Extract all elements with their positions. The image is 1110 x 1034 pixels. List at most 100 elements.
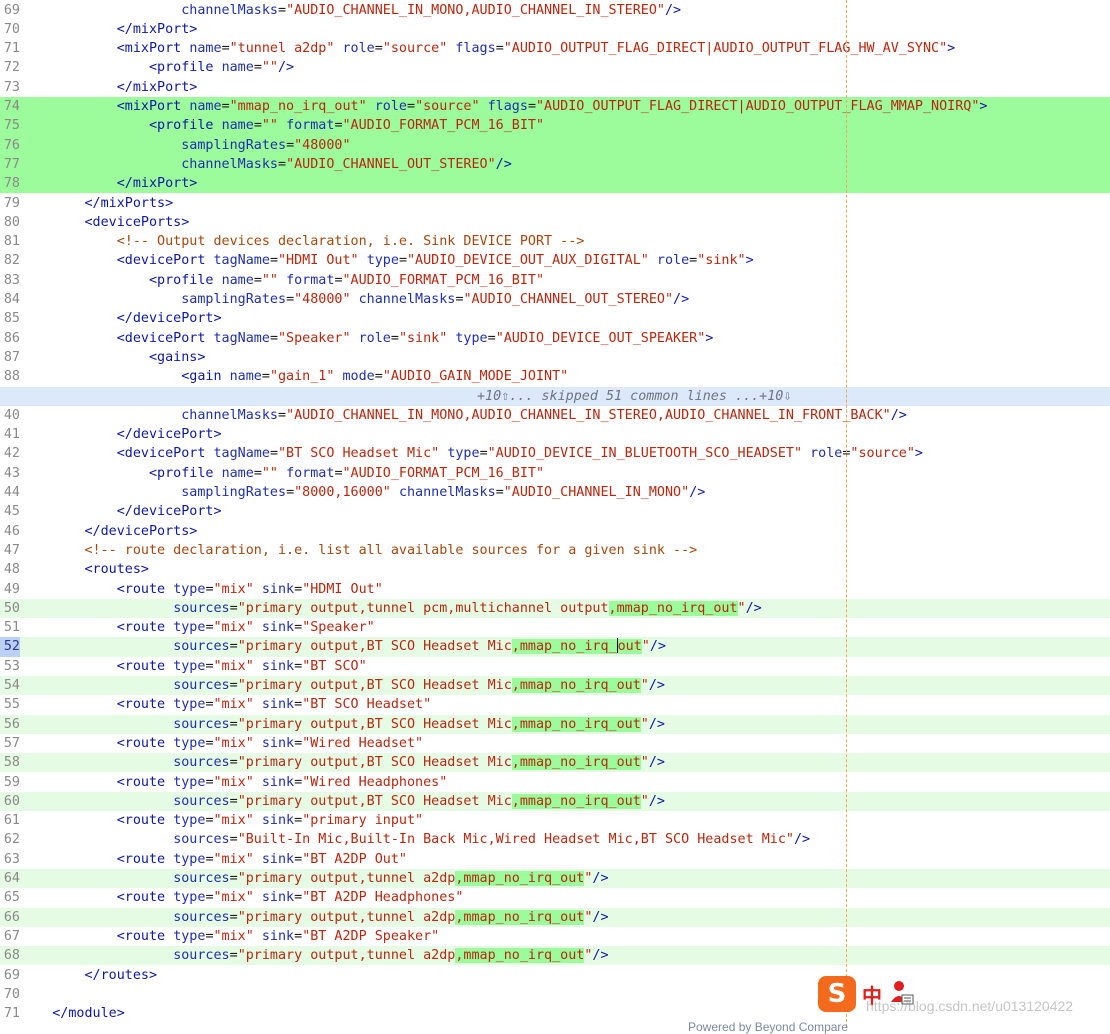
code-line[interactable]: 71 <mixPort name="tunnel a2dp" role="sou…	[0, 39, 1110, 58]
code-text[interactable]: sources="primary output,BT SCO Headset M…	[20, 637, 666, 656]
skipped-lines-row[interactable]: +10⇧... skipped 51 common lines ...+10⇩	[0, 386, 1110, 406]
code-line[interactable]: 41 </devicePort>	[0, 425, 1110, 444]
code-text[interactable]: <route type="mix" sink="BT SCO Headset"	[20, 695, 431, 714]
code-line[interactable]: 51 <route type="mix" sink="Speaker"	[0, 618, 1110, 637]
code-text[interactable]: channelMasks="AUDIO_CHANNEL_IN_MONO,AUDI…	[20, 406, 907, 425]
code-text[interactable]: </devicePort>	[20, 309, 222, 328]
code-line[interactable]: 80 <devicePorts>	[0, 213, 1110, 232]
code-line[interactable]: 50 sources="primary output,tunnel pcm,mu…	[0, 598, 1110, 619]
code-line[interactable]: 79 </mixPorts>	[0, 194, 1110, 213]
skipped-lines-label[interactable]: +10⇧... skipped 51 common lines ...+10⇩	[477, 387, 791, 406]
code-text[interactable]: </devicePort>	[20, 425, 222, 444]
code-line[interactable]: 87 <gains>	[0, 348, 1110, 367]
code-line[interactable]: 69 channelMasks="AUDIO_CHANNEL_IN_MONO,A…	[0, 1, 1110, 20]
code-line[interactable]: 40 channelMasks="AUDIO_CHANNEL_IN_MONO,A…	[0, 406, 1110, 425]
code-line[interactable]: 48 <routes>	[0, 560, 1110, 579]
code-text[interactable]: sources="primary output,tunnel a2dp,mmap…	[20, 946, 609, 965]
code-line[interactable]: 60 sources="primary output,BT SCO Headse…	[0, 791, 1110, 812]
code-text[interactable]: sources="primary output,tunnel a2dp,mmap…	[20, 869, 609, 888]
code-text[interactable]: sources="primary output,BT SCO Headset M…	[20, 792, 665, 811]
code-text[interactable]: channelMasks="AUDIO_CHANNEL_IN_MONO,AUDI…	[20, 1, 681, 20]
code-text[interactable]: <routes>	[20, 560, 150, 579]
code-text[interactable]: <route type="mix" sink="BT SCO"	[20, 657, 367, 676]
code-line[interactable]: 54 sources="primary output,BT SCO Headse…	[0, 676, 1110, 696]
code-text[interactable]: <devicePort tagName="HDMI Out" type="AUD…	[20, 251, 754, 270]
code-line[interactable]: 61 <route type="mix" sink="primary input…	[0, 811, 1110, 830]
code-line[interactable]: 85 </devicePort>	[0, 309, 1110, 328]
code-text[interactable]: <profile name=""/>	[20, 58, 294, 77]
code-line[interactable]: 46 </devicePorts>	[0, 522, 1110, 541]
code-line[interactable]: 45 </devicePort>	[0, 502, 1110, 521]
code-text[interactable]: </mixPort>	[20, 78, 198, 97]
code-text[interactable]: </module>	[20, 1004, 125, 1023]
code-text[interactable]: <!-- Output devices declaration, i.e. Si…	[20, 232, 585, 251]
code-line[interactable]: 70 </mixPort>	[0, 20, 1110, 39]
code-line[interactable]: 77 channelMasks="AUDIO_CHANNEL_OUT_STERE…	[0, 154, 1110, 175]
code-line[interactable]: 64 sources="primary output,tunnel a2dp,m…	[0, 869, 1110, 889]
code-line[interactable]: 78 </mixPort>	[0, 174, 1110, 194]
code-line[interactable]: 83 <profile name="" format="AUDIO_FORMAT…	[0, 271, 1110, 290]
code-text[interactable]: <route type="mix" sink="primary input"	[20, 811, 423, 830]
code-text[interactable]: <devicePort tagName="BT SCO Headset Mic"…	[20, 444, 923, 463]
code-line[interactable]: 88 <gain name="gain_1" mode="AUDIO_GAIN_…	[0, 367, 1110, 386]
code-line[interactable]: 75 <profile name="" format="AUDIO_FORMAT…	[0, 116, 1110, 136]
code-text[interactable]: samplingRates="48000" channelMasks="AUDI…	[20, 290, 689, 309]
code-text[interactable]: </devicePort>	[20, 502, 222, 521]
code-text[interactable]: </mixPort>	[20, 174, 198, 193]
code-line[interactable]: 56 sources="primary output,BT SCO Headse…	[0, 714, 1110, 734]
code-text[interactable]: <mixPort name="tunnel a2dp" role="source…	[20, 39, 955, 58]
code-line[interactable]: 72 <profile name=""/>	[0, 58, 1110, 77]
code-text[interactable]: sources="primary output,BT SCO Headset M…	[20, 753, 665, 772]
code-line[interactable]: 69 </routes>	[0, 966, 1110, 985]
code-line[interactable]: 59 <route type="mix" sink="Wired Headpho…	[0, 773, 1110, 792]
ime-logo-icon[interactable]: S	[818, 976, 856, 1012]
code-text[interactable]: sources="primary output,tunnel pcm,multi…	[20, 599, 762, 618]
code-text[interactable]: sources="primary output,BT SCO Headset M…	[20, 676, 665, 695]
code-text[interactable]: <devicePort tagName="Speaker" role="sink…	[20, 329, 714, 348]
code-line[interactable]: 58 sources="primary output,BT SCO Headse…	[0, 753, 1110, 773]
code-line[interactable]: 42 <devicePort tagName="BT SCO Headset M…	[0, 444, 1110, 463]
code-line[interactable]: 44 samplingRates="8000,16000" channelMas…	[0, 483, 1110, 502]
code-text[interactable]: <route type="mix" sink="Speaker"	[20, 618, 375, 637]
code-text[interactable]: <profile name="" format="AUDIO_FORMAT_PC…	[20, 464, 544, 483]
code-text[interactable]: <gains>	[20, 348, 205, 367]
code-line[interactable]: 81 <!-- Output devices declaration, i.e.…	[0, 232, 1110, 251]
code-line[interactable]: 43 <profile name="" format="AUDIO_FORMAT…	[0, 464, 1110, 483]
code-text[interactable]: </routes>	[20, 966, 158, 985]
code-line[interactable]: 53 <route type="mix" sink="BT SCO"	[0, 657, 1110, 676]
code-line[interactable]: 76 samplingRates="48000"	[0, 135, 1110, 155]
code-text[interactable]: </mixPort>	[20, 20, 198, 39]
code-text[interactable]: samplingRates="8000,16000" channelMasks=…	[20, 483, 705, 502]
code-line[interactable]: 74 <mixPort name="mmap_no_irq_out" role=…	[0, 97, 1110, 117]
code-text[interactable]: <profile name="" format="AUDIO_FORMAT_PC…	[20, 271, 544, 290]
code-text[interactable]: sources="primary output,BT SCO Headset M…	[20, 715, 665, 734]
code-line[interactable]: 84 samplingRates="48000" channelMasks="A…	[0, 290, 1110, 309]
code-text[interactable]: <route type="mix" sink="BT A2DP Headphon…	[20, 888, 464, 907]
code-text[interactable]: <mixPort name="mmap_no_irq_out" role="so…	[20, 97, 988, 116]
code-text[interactable]: <route type="mix" sink="HDMI Out"	[20, 580, 383, 599]
code-text[interactable]: <gain name="gain_1" mode="AUDIO_GAIN_MOD…	[20, 367, 568, 386]
code-line[interactable]: 86 <devicePort tagName="Speaker" role="s…	[0, 329, 1110, 348]
code-line[interactable]: 47 <!-- route declaration, i.e. list all…	[0, 541, 1110, 560]
code-text[interactable]: channelMasks="AUDIO_CHANNEL_OUT_STEREO"/…	[20, 155, 512, 174]
code-text[interactable]: sources="primary output,tunnel a2dp,mmap…	[20, 908, 609, 927]
code-text[interactable]: <route type="mix" sink="BT A2DP Out"	[20, 850, 407, 869]
code-text[interactable]: <profile name="" format="AUDIO_FORMAT_PC…	[20, 116, 544, 135]
code-line[interactable]: 63 <route type="mix" sink="BT A2DP Out"	[0, 850, 1110, 869]
code-text[interactable]: </devicePorts>	[20, 522, 198, 541]
footer-link[interactable]: Powered by Beyond Compare	[688, 1020, 848, 1034]
code-line[interactable]: 49 <route type="mix" sink="HDMI Out"	[0, 580, 1110, 599]
code-text[interactable]: <devicePorts>	[20, 213, 190, 232]
code-line[interactable]: 62 sources="Built-In Mic,Built-In Back M…	[0, 830, 1110, 849]
code-line[interactable]: 65 <route type="mix" sink="BT A2DP Headp…	[0, 888, 1110, 907]
code-text[interactable]: sources="Built-In Mic,Built-In Back Mic,…	[20, 830, 810, 849]
diff-code-viewer[interactable]: 69 channelMasks="AUDIO_CHANNEL_IN_MONO,A…	[0, 0, 1110, 1027]
code-text[interactable]: samplingRates="48000"	[20, 136, 350, 155]
code-line[interactable]: 82 <devicePort tagName="HDMI Out" type="…	[0, 251, 1110, 270]
code-line[interactable]: 73 </mixPort>	[0, 78, 1110, 97]
code-line[interactable]: 55 <route type="mix" sink="BT SCO Headse…	[0, 695, 1110, 714]
code-text[interactable]: <route type="mix" sink="BT A2DP Speaker"	[20, 927, 440, 946]
code-line[interactable]: 68 sources="primary output,tunnel a2dp,m…	[0, 946, 1110, 966]
code-line[interactable]: 67 <route type="mix" sink="BT A2DP Speak…	[0, 927, 1110, 946]
code-text[interactable]: <route type="mix" sink="Wired Headset"	[20, 734, 423, 753]
